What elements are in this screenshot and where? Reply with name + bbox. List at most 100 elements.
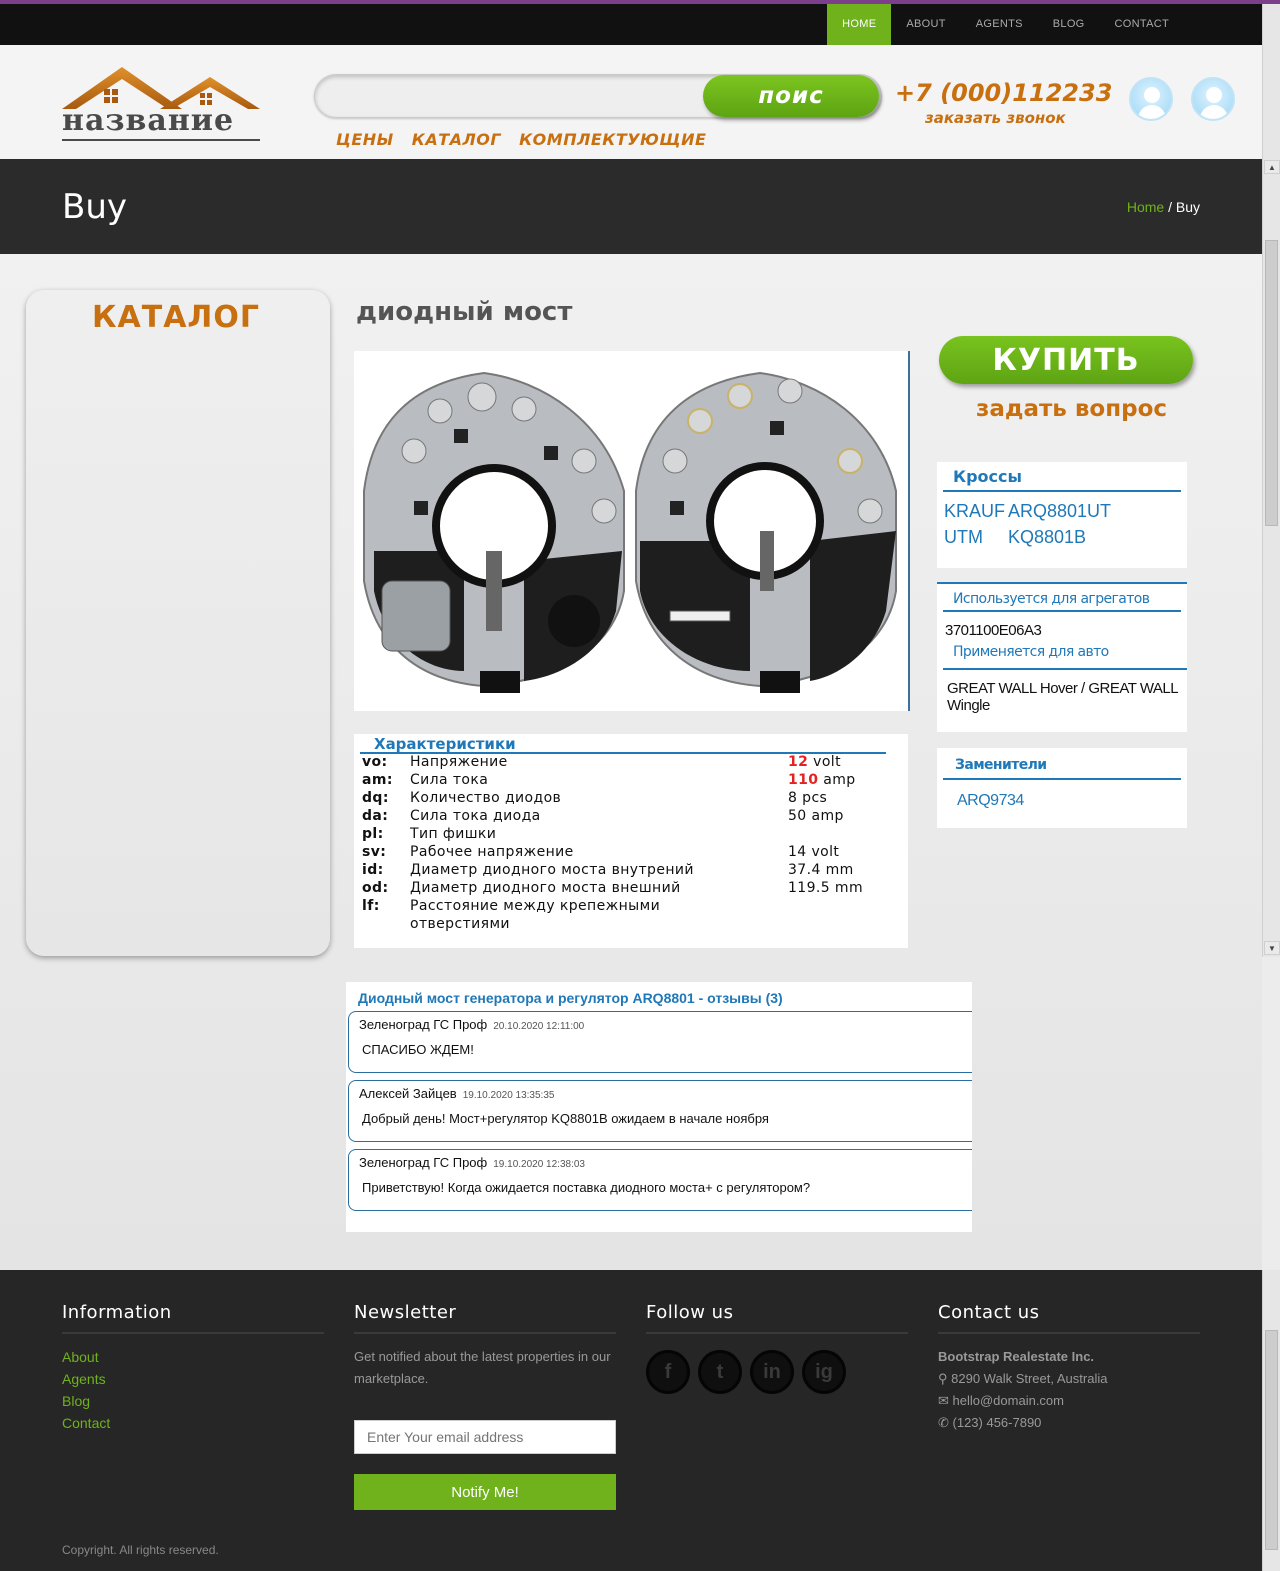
cross-row[interactable]: KRAUF ARQ8801UT [944, 498, 1187, 524]
applications-panel: Используется для агрегатов 3701100E06A3 … [937, 582, 1187, 732]
spec-value: 37.4 mm [788, 861, 854, 879]
notify-button[interactable]: Notify Me! [354, 1474, 616, 1510]
breadcrumb: Home / Buy [1127, 199, 1200, 215]
specs-table: Характеристики vo: Напряжение 12 volt am: Си… [354, 734, 908, 948]
spec-name: Количество диодов [410, 790, 562, 806]
spec-code: id: [362, 862, 384, 878]
site-header: название поис ЦЕНЫ КАТАЛОГ КОМПЛЕКТУЮЩИЕ… [0, 45, 1262, 159]
spec-value: 12 volt [788, 753, 841, 771]
footer-scroll-thumb[interactable] [1265, 1330, 1278, 1550]
spec-value: 14 volt [788, 843, 839, 861]
footer-info-links: About Agents Blog Contact [62, 1346, 324, 1434]
review-author-line: Зеленоград ГС Проф 20.10.2020 12:11:00 [359, 1017, 584, 1032]
spec-value-unit: amp [818, 772, 856, 788]
callback-link[interactable]: заказать звонок [925, 109, 1066, 127]
spec-code: sv: [362, 844, 387, 860]
spec-name: Диаметр диодного моста внешний [410, 880, 681, 896]
footer-link-about[interactable]: About [62, 1346, 324, 1368]
map-pin-icon: ⚲ [938, 1371, 952, 1386]
nav-home[interactable]: HOME [827, 4, 892, 45]
footer-information: Information About Agents Blog Contact [62, 1302, 324, 1434]
footer-info-title: Information [62, 1302, 324, 1334]
spec-code: da: [362, 808, 389, 824]
replacement-link[interactable]: ARQ9734 [937, 780, 1187, 810]
scroll-up-arrow[interactable]: ▲ [1264, 160, 1280, 174]
spec-row: lf: Расстояние между крепежными [362, 897, 902, 915]
search-box: поис [314, 74, 882, 118]
linkedin-icon[interactable]: in [750, 1350, 794, 1394]
nav-about[interactable]: ABOUT [891, 4, 960, 45]
spec-row: sv: Рабочее напряжение 14 volt [362, 843, 902, 861]
menu-components[interactable]: КОМПЛЕКТУЮЩИЕ [519, 130, 706, 149]
menu-catalog[interactable]: КАТАЛОГ [412, 130, 501, 149]
envelope-icon: ✉ [938, 1393, 953, 1408]
spec-row: pl: Тип фишки [362, 825, 902, 843]
newsletter-email-input[interactable] [354, 1420, 616, 1454]
spec-value-number: 12 [788, 754, 809, 770]
cross-row[interactable]: UTM KQ8801B [944, 524, 1187, 550]
spec-code [362, 915, 410, 933]
spec-code: dq: [362, 790, 389, 806]
spec-code: pl: [362, 826, 384, 842]
ask-question-link[interactable]: задать вопрос [976, 396, 1167, 422]
main-menu: ЦЕНЫ КАТАЛОГ КОМПЛЕКТУЮЩИЕ [336, 130, 706, 149]
scroll-down-arrow[interactable]: ▼ [1264, 941, 1280, 955]
site-logo[interactable]: название [60, 65, 264, 143]
breadcrumb-home[interactable]: Home [1127, 199, 1164, 215]
buy-button[interactable]: КУПИТЬ [939, 336, 1193, 384]
footer-contact: Contact us Bootstrap Realestate Inc. ⚲ 8… [938, 1302, 1200, 1434]
replacements-panel: Заменители ARQ9734 [937, 748, 1187, 828]
twitter-icon[interactable]: t [698, 1350, 742, 1394]
footer-link-agents[interactable]: Agents [62, 1368, 324, 1390]
product-image [354, 351, 910, 711]
footer-scrollbar[interactable] [1262, 1270, 1280, 1571]
instagram-icon[interactable]: ig [802, 1350, 846, 1394]
email-text[interactable]: hello@domain.com [953, 1393, 1064, 1408]
spec-row: od: Диаметр диодного моста внешний 119.5 m… [362, 879, 902, 897]
aggregates-title: Используется для агрегатов [953, 591, 1150, 607]
product-title: диодный мост [356, 297, 573, 327]
review-author-line: Алексей Зайцев 19.10.2020 13:35:35 [359, 1086, 554, 1101]
spec-name: Рабочее напряжение [410, 844, 574, 860]
spec-value-number: 8 pcs [788, 790, 828, 806]
review-item: Зеленоград ГС Проф 20.10.2020 12:11:00 СП… [348, 1011, 972, 1073]
spec-value-number: 50 amp [788, 808, 844, 824]
spec-name: Расстояние между крепежными [410, 898, 661, 914]
review-author: Зеленоград ГС Проф [359, 1155, 488, 1170]
cars-value: GREAT WALL Hover / GREAT WALL Wingle [947, 680, 1178, 714]
facebook-icon[interactable]: f [646, 1350, 690, 1394]
page-title: Buy [62, 187, 127, 227]
review-date: 20.10.2020 12:11:00 [493, 1021, 585, 1032]
footer-link-contact[interactable]: Contact [62, 1412, 324, 1434]
spec-value-unit: volt [808, 754, 841, 770]
footer-newsletter-title: Newsletter [354, 1302, 616, 1334]
footer-link-blog[interactable]: Blog [62, 1390, 324, 1412]
nav-blog[interactable]: BLOG [1038, 4, 1100, 45]
nav-contact[interactable]: CONTACT [1100, 4, 1184, 45]
review-item: Алексей Зайцев 19.10.2020 13:35:35 Добрый… [348, 1080, 972, 1142]
review-item: Зеленоград ГС Проф 19.10.2020 12:38:03 Пр… [348, 1149, 972, 1211]
scroll-thumb[interactable] [1265, 240, 1278, 526]
spec-name: отверстиями [410, 916, 510, 932]
phone-icon: ✆ [938, 1415, 953, 1430]
cars-title: Применяется для авто [953, 644, 1109, 660]
nav-agents[interactable]: AGENTS [961, 4, 1038, 45]
breadcrumb-current: Buy [1175, 199, 1200, 215]
menu-prices[interactable]: ЦЕНЫ [336, 130, 394, 149]
spec-row: am: Сила тока 110 amp [362, 771, 902, 789]
copyright: Copyright. All rights reserved. [62, 1543, 219, 1557]
search-input[interactable] [331, 83, 701, 109]
footer-follow: Follow us f t in ig [646, 1302, 908, 1394]
diode-bridge-right [635, 371, 897, 693]
user-avatar-icon[interactable] [1129, 77, 1173, 121]
email-line: ✉ hello@domain.com [938, 1390, 1200, 1412]
review-text: Приветствую! Когда ожидается поставка ди… [362, 1180, 811, 1195]
review-author: Зеленоград ГС Проф [359, 1017, 488, 1032]
spec-value: 8 pcs [788, 789, 827, 807]
cross-brand: UTM [944, 527, 983, 547]
phone-number: +7 (000)112233 [895, 79, 1113, 107]
social-links: f t in ig [646, 1350, 908, 1394]
page-scrollbar[interactable]: ▲ ▼ [1262, 4, 1280, 957]
account-avatar-icon[interactable] [1191, 77, 1235, 121]
search-button[interactable]: поис [703, 75, 879, 117]
